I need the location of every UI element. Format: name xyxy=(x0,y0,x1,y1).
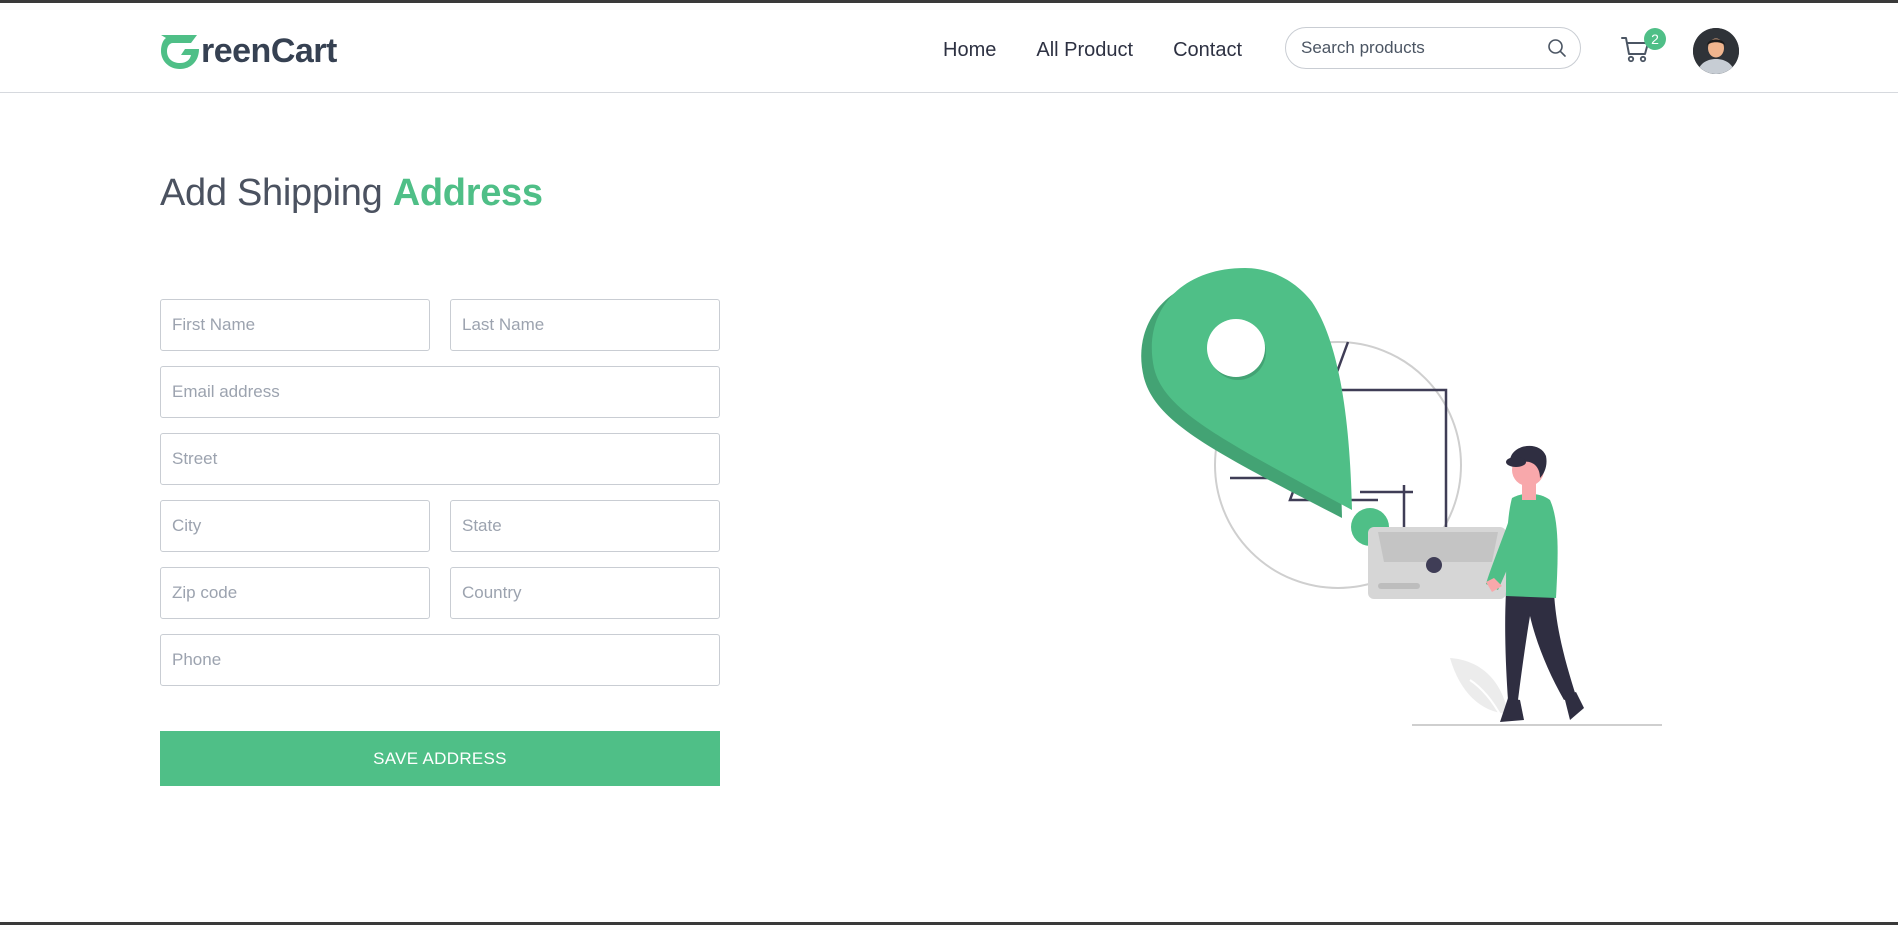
city-field xyxy=(160,500,430,552)
address-illustration xyxy=(1130,260,1670,740)
street-input[interactable] xyxy=(161,434,719,484)
search-input[interactable] xyxy=(1301,38,1546,58)
zip-code-field xyxy=(160,567,430,619)
page-title-plain: Add Shipping xyxy=(160,172,393,214)
last-name-field xyxy=(450,299,720,351)
nav-all-product[interactable]: All Product xyxy=(1036,35,1133,65)
save-address-button[interactable]: SAVE ADDRESS xyxy=(160,731,720,786)
phone-field xyxy=(160,634,720,686)
first-name-input[interactable] xyxy=(161,300,429,350)
main-nav: Home All Product Contact xyxy=(943,35,1242,65)
email-input[interactable] xyxy=(161,367,719,417)
email-field xyxy=(160,366,720,418)
zip-code-input[interactable] xyxy=(161,568,429,618)
street-field xyxy=(160,433,720,485)
search-icon[interactable] xyxy=(1546,37,1568,59)
site-header: reenCart Home All Product Contact 2 xyxy=(0,3,1898,93)
search-box xyxy=(1285,27,1581,69)
first-name-field xyxy=(160,299,430,351)
phone-input[interactable] xyxy=(161,635,719,685)
user-avatar[interactable] xyxy=(1693,28,1739,74)
state-input[interactable] xyxy=(451,501,719,551)
brand-logo[interactable]: reenCart xyxy=(159,31,337,71)
avatar-icon xyxy=(1693,28,1739,74)
state-field xyxy=(450,500,720,552)
country-field xyxy=(450,567,720,619)
location-delivery-illustration xyxy=(1141,268,1662,726)
page-title: Add Shipping Address xyxy=(160,172,543,215)
cart-button[interactable]: 2 xyxy=(1620,28,1666,67)
last-name-input[interactable] xyxy=(451,300,719,350)
country-input[interactable] xyxy=(451,568,719,618)
cart-count-badge: 2 xyxy=(1644,28,1666,50)
nav-home[interactable]: Home xyxy=(943,35,996,65)
logo-g-icon xyxy=(161,35,199,69)
page-title-accent: Address xyxy=(392,172,543,214)
city-input[interactable] xyxy=(161,501,429,551)
brand-name: reenCart xyxy=(201,31,337,70)
nav-contact[interactable]: Contact xyxy=(1173,35,1242,65)
